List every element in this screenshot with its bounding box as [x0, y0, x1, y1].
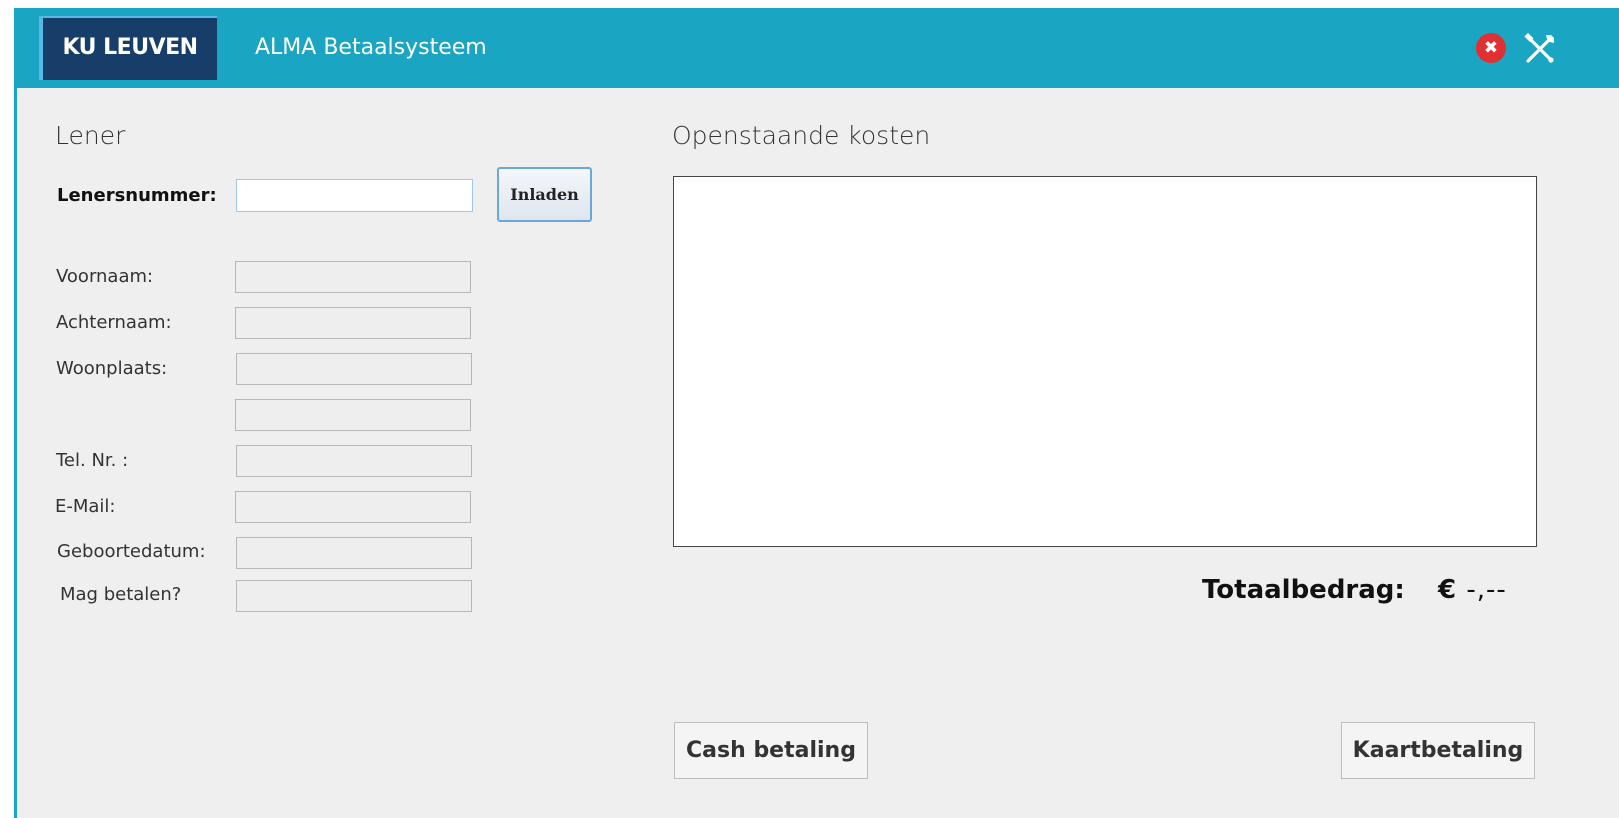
lenersnummer-input[interactable]	[236, 179, 473, 212]
lener-section-title: Lener	[55, 121, 126, 150]
totaalbedrag-label: Totaalbedrag:	[1202, 575, 1405, 605]
tools-icon[interactable]	[1522, 31, 1558, 67]
geboortedatum-field[interactable]	[236, 537, 472, 569]
ku-leuven-logo: KU LEUVEN	[39, 16, 217, 80]
voornaam-label: Voornaam:	[56, 266, 154, 287]
tel-nr-label: Tel. Nr. :	[56, 450, 129, 471]
woonplaats-label: Woonplaats:	[56, 358, 168, 379]
openstaande-kosten-title: Openstaande kosten	[672, 121, 931, 150]
woonplaats-field[interactable]	[236, 353, 472, 385]
costs-list[interactable]	[673, 176, 1537, 547]
mag-betalen-label: Mag betalen?	[60, 584, 182, 605]
close-icon[interactable]: ✖	[1476, 33, 1506, 63]
woonplaats-extra-field[interactable]	[235, 399, 471, 431]
app-title: ALMA Betaalsysteem	[255, 35, 487, 60]
totaalbedrag-value: € -,--	[1438, 575, 1507, 605]
card-payment-button[interactable]: Kaartbetaling	[1341, 722, 1535, 779]
total-amount: -,--	[1466, 575, 1507, 605]
header-bar: KU LEUVEN ALMA Betaalsysteem ✖	[17, 8, 1619, 88]
geboortedatum-label: Geboortedatum:	[57, 541, 206, 562]
email-field[interactable]	[235, 491, 471, 523]
app-window: KU LEUVEN ALMA Betaalsysteem ✖ Lener Len…	[14, 8, 1619, 818]
cash-payment-button[interactable]: Cash betaling	[674, 722, 868, 779]
voornaam-field[interactable]	[235, 261, 471, 293]
lenersnummer-label: Lenersnummer:	[57, 185, 217, 206]
tel-nr-field[interactable]	[236, 445, 472, 477]
achternaam-label: Achternaam:	[56, 312, 172, 333]
currency-symbol: €	[1438, 575, 1458, 605]
achternaam-field[interactable]	[235, 307, 471, 339]
email-label: E-Mail:	[55, 496, 116, 517]
mag-betalen-field[interactable]	[236, 580, 472, 612]
inladen-button[interactable]: Inladen	[497, 167, 592, 222]
